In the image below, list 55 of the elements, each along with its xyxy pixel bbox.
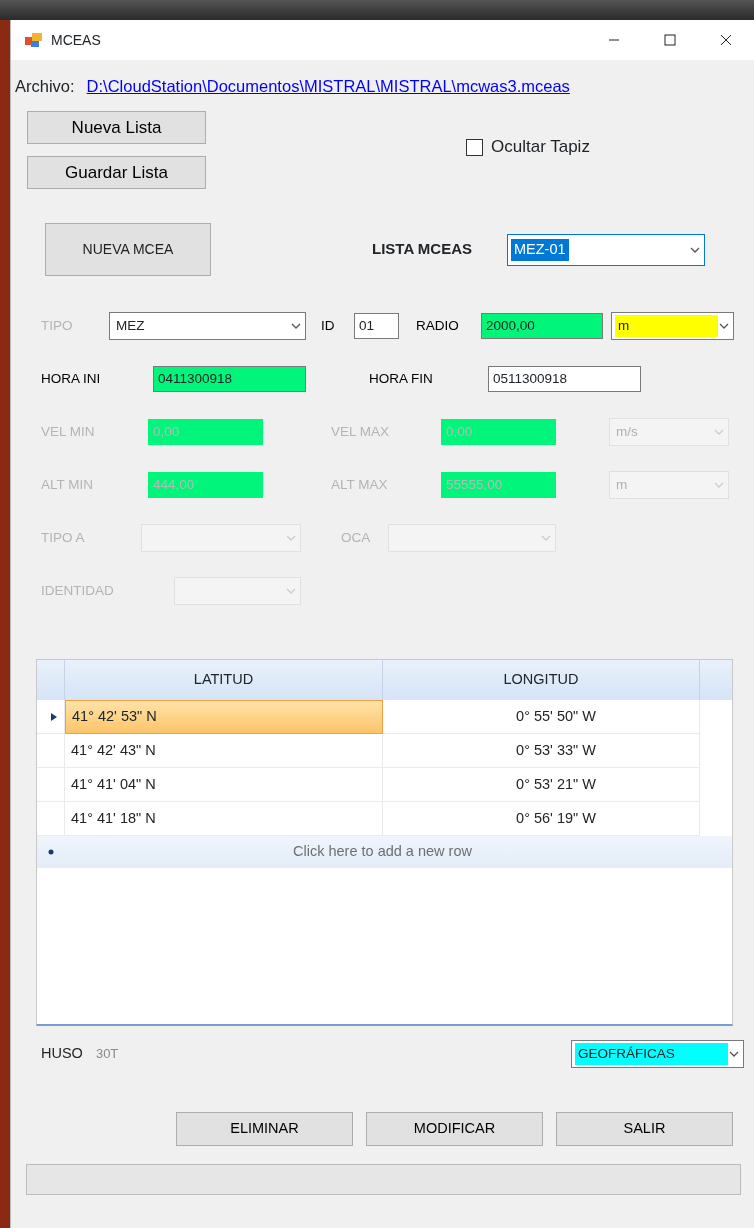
field-label: HORA FIN: [368, 369, 434, 388]
caret-icon: [290, 321, 302, 331]
new-row-prompt[interactable]: Click here to add a new row: [293, 841, 472, 863]
close-icon[interactable]: [720, 34, 732, 46]
field-label: IDENTIDAD: [41, 581, 115, 600]
caret-icon: [718, 321, 730, 331]
field-label: ALT MAX: [330, 475, 389, 494]
caret-icon: [713, 427, 725, 437]
list-button[interactable]: Nueva Lista: [27, 111, 206, 144]
caret-icon: [285, 533, 297, 543]
dropdown-field[interactable]: MEZ: [109, 312, 306, 340]
input-field[interactable]: 01: [354, 313, 399, 339]
action-button[interactable]: MODIFICAR: [366, 1112, 543, 1146]
field-label: VEL MAX: [330, 422, 391, 441]
list-label: LISTA MCEAS: [372, 239, 472, 260]
input-field[interactable]: 0511300918: [488, 366, 641, 392]
field-label: RADIO: [415, 316, 460, 335]
table-cell[interactable]: 41° 42' 53" N: [65, 700, 383, 734]
coordinate-select[interactable]: GEOFRÁFICAS: [571, 1040, 744, 1068]
field-label: TIPO A: [41, 528, 86, 547]
app-icon: [25, 32, 43, 48]
list-select[interactable]: MEZ-01: [507, 233, 705, 266]
row-header-cell[interactable]: [37, 734, 65, 768]
hide-wallpaper-checkbox[interactable]: Ocultar Tapiz: [466, 135, 590, 159]
table-cell[interactable]: 0° 55' 50" W: [383, 700, 700, 734]
file-label: Archivo:: [15, 76, 75, 97]
caret-icon: [540, 533, 552, 543]
input-field[interactable]: 0411300918: [153, 366, 306, 392]
action-button[interactable]: SALIR: [556, 1112, 733, 1146]
dropdown-field[interactable]: m: [611, 312, 734, 340]
window-title: MCEAS: [51, 30, 102, 50]
table-cell[interactable]: 41° 42' 43" N: [65, 734, 383, 768]
field-label: TIPO: [41, 316, 74, 335]
file-path-link[interactable]: D:\CloudStation\Documentos\MISTRAL\MISTRAL\mcwas3.mceas: [86, 74, 570, 100]
caret-icon: [285, 586, 297, 596]
table-cell[interactable]: 0° 53' 21" W: [383, 768, 700, 802]
maximize-icon[interactable]: [664, 34, 676, 46]
field-label: ID: [320, 316, 336, 335]
new-row-icon: [48, 849, 54, 855]
field-label: OCA: [340, 528, 372, 547]
column-header[interactable]: LONGITUD: [383, 660, 700, 700]
table-cell[interactable]: 41° 41' 04" N: [65, 768, 383, 802]
huso-value: 30T: [95, 1045, 119, 1064]
field-label: VEL MIN: [41, 422, 96, 441]
table-cell[interactable]: 0° 53' 33" W: [383, 734, 700, 768]
row-header-cell[interactable]: [37, 768, 65, 802]
input-field[interactable]: 2000,00: [481, 313, 603, 339]
huso-label: HUSO: [41, 1044, 83, 1064]
field-label: ALT MIN: [41, 475, 94, 494]
caret-icon: [713, 480, 725, 490]
caret-icon: [728, 1049, 740, 1059]
list-button[interactable]: Guardar Lista: [27, 156, 206, 189]
field-label: HORA INI: [41, 369, 102, 388]
new-button[interactable]: NUEVA MCEA: [45, 223, 211, 276]
action-button[interactable]: ELIMINAR: [176, 1112, 353, 1146]
